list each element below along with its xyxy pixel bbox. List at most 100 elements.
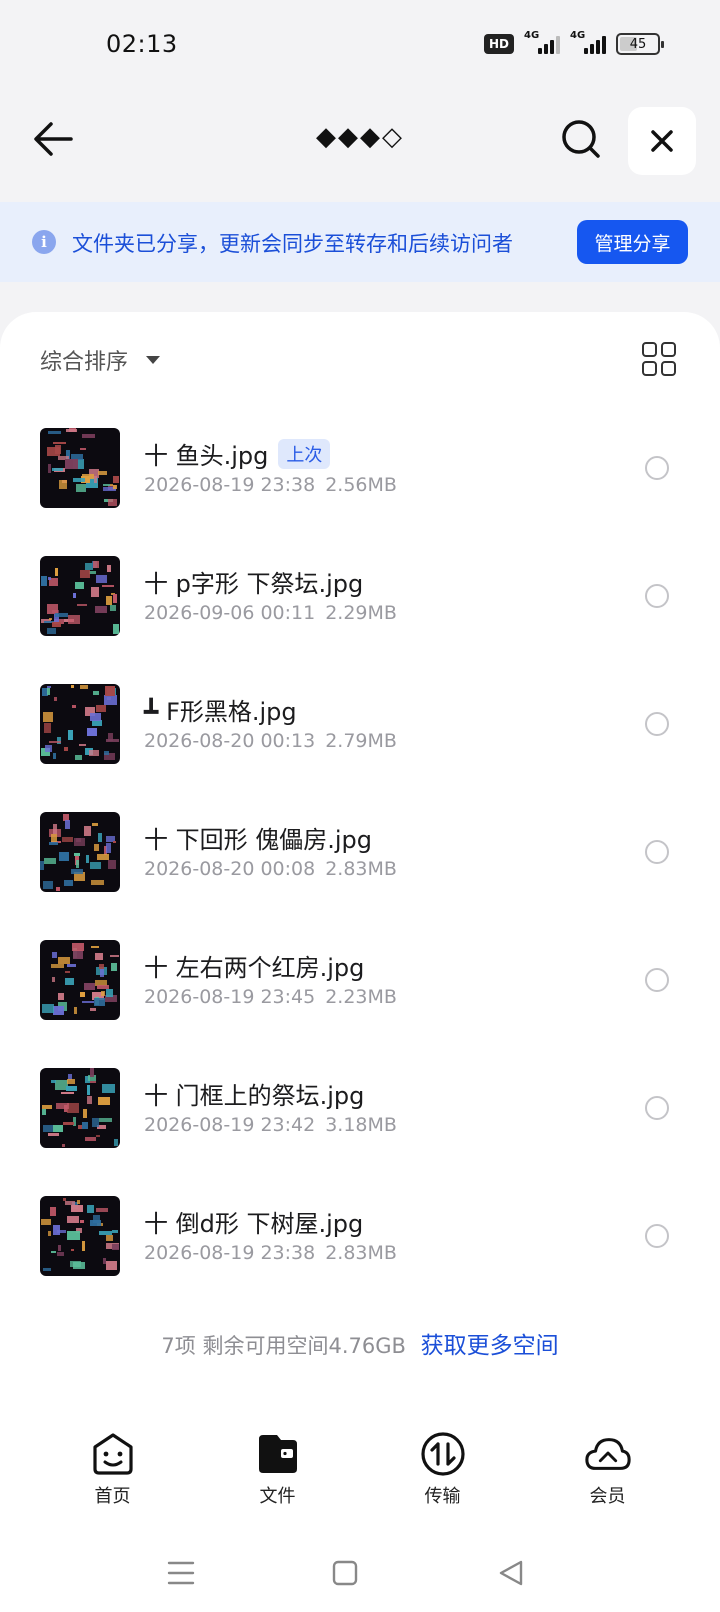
sort-dropdown[interactable]: 综合排序: [40, 344, 161, 376]
file-name: 十 p字形 下祭坛.jpg: [144, 564, 363, 599]
file-name-text: 十 左右两个红房.jpg: [144, 954, 365, 982]
back-system-button[interactable]: [496, 1558, 526, 1588]
file-thumbnail: [40, 428, 120, 508]
tab-files[interactable]: 文件: [195, 1430, 360, 1510]
cloud-icon: [584, 1430, 632, 1478]
select-radio[interactable]: [645, 456, 669, 480]
file-date: 2026-08-19 23:38: [144, 1242, 316, 1264]
share-banner-text: 文件夹已分享，更新会同步至转存和后续访问者: [72, 232, 513, 256]
share-banner: i 文件夹已分享，更新会同步至转存和后续访问者 管理分享: [0, 202, 720, 282]
tab-label: 会员: [589, 1486, 626, 1507]
file-thumbnail: [40, 556, 120, 636]
item-count: 7项: [161, 1334, 196, 1358]
file-size: 2.79MB: [325, 730, 397, 752]
file-size: 2.23MB: [325, 986, 397, 1008]
file-name-text: 十 p字形 下祭坛.jpg: [144, 570, 364, 598]
file-thumbnail: [40, 812, 120, 892]
file-size: 2.83MB: [325, 858, 397, 880]
select-radio[interactable]: [645, 968, 669, 992]
last-opened-tag: 上次: [278, 438, 331, 469]
battery-icon: 45: [616, 33, 664, 55]
file-size: 3.18MB: [325, 1114, 397, 1136]
file-name: ┻ F形黑格.jpg: [144, 692, 297, 727]
tab-label: 文件: [259, 1486, 296, 1507]
transfer-icon: [419, 1430, 467, 1478]
thumbnail-image: [40, 814, 116, 891]
file-meta: 2026-08-19 23:42 3.18MB: [144, 1114, 397, 1136]
tab-vip[interactable]: 会员: [525, 1430, 690, 1510]
system-navigation-bar: [0, 1552, 720, 1592]
triangle-back-icon: [499, 1560, 523, 1586]
square-icon: [332, 1560, 358, 1586]
menu-icon: [167, 1561, 195, 1585]
file-thumbnail: [40, 1068, 120, 1148]
close-button[interactable]: [628, 107, 696, 175]
free-space-text: 剩余可用空间4.76GB: [202, 1334, 406, 1358]
file-name-text: 十 鱼头.jpg: [144, 442, 269, 470]
thumbnail-image: [41, 1198, 119, 1271]
bottom-tab-bar: 首页 文件 传输 会员: [0, 1430, 720, 1510]
info-icon: i: [32, 230, 56, 254]
grid-view-icon: [642, 342, 657, 357]
file-row[interactable]: 十 门框上的祭坛.jpg 2026-08-19 23:42 3.18MB: [0, 1048, 720, 1176]
file-name-text: 十 倒d形 下树屋.jpg: [144, 1210, 364, 1238]
home-face-icon: [89, 1430, 137, 1478]
page-title: ◆◆◆◇: [316, 122, 404, 152]
file-meta: 2026-08-20 00:13 2.79MB: [144, 730, 397, 752]
file-name-text: ┻ F形黑格.jpg: [144, 698, 297, 726]
file-meta: 2026-08-19 23:38 2.56MB: [144, 474, 397, 496]
tab-label: 传输: [424, 1486, 461, 1507]
file-meta: 2026-08-19 23:45 2.23MB: [144, 986, 397, 1008]
file-row[interactable]: 十 左右两个红房.jpg 2026-08-19 23:45 2.23MB: [0, 920, 720, 1048]
grid-view-button[interactable]: [642, 342, 678, 378]
signal-2-icon: 4G: [570, 30, 606, 54]
select-radio[interactable]: [645, 1224, 669, 1248]
thumbnail-image: [41, 685, 119, 760]
status-icons: HD 4G 4G 45: [484, 30, 664, 57]
file-size: 2.56MB: [325, 474, 397, 496]
file-name-text: 十 门框上的祭坛.jpg: [144, 1082, 365, 1110]
hd-badge: HD: [484, 34, 514, 54]
file-name: 十 鱼头.jpg 上次: [144, 436, 331, 471]
file-meta: 2026-08-19 23:38 2.83MB: [144, 1242, 397, 1264]
file-meta: 2026-08-20 00:08 2.83MB: [144, 858, 397, 880]
file-thumbnail: [40, 684, 120, 764]
file-row[interactable]: 十 下回形 傀儡房.jpg 2026-08-20 00:08 2.83MB: [0, 792, 720, 920]
search-button[interactable]: [556, 114, 606, 164]
home-button[interactable]: [330, 1558, 360, 1588]
status-bar: 02:13 HD 4G 4G 45: [0, 0, 720, 92]
tab-home[interactable]: 首页: [30, 1430, 195, 1510]
select-radio[interactable]: [645, 584, 669, 608]
file-size: 2.29MB: [325, 602, 397, 624]
caret-down-icon: [146, 356, 161, 364]
file-date: 2026-08-19 23:38: [144, 474, 316, 496]
thumbnail-image: [42, 1068, 118, 1147]
storage-summary: 7项 剩余可用空间4.76GB 获取更多空间: [0, 1326, 720, 1360]
select-radio[interactable]: [645, 840, 669, 864]
file-row[interactable]: ┻ F形黑格.jpg 2026-08-20 00:13 2.79MB: [0, 664, 720, 792]
file-name: 十 左右两个红房.jpg: [144, 948, 364, 983]
file-date: 2026-09-06 00:11: [144, 602, 316, 624]
select-radio[interactable]: [645, 712, 669, 736]
file-name: 十 门框上的祭坛.jpg: [144, 1076, 364, 1111]
menu-button[interactable]: [166, 1558, 196, 1588]
signal-1-icon: 4G: [524, 30, 560, 54]
file-row[interactable]: 十 p字形 下祭坛.jpg 2026-09-06 00:11 2.29MB: [0, 536, 720, 664]
tab-transfer[interactable]: 传输: [360, 1430, 525, 1510]
file-row[interactable]: 十 鱼头.jpg 上次 2026-08-19 23:38 2.56MB: [0, 408, 720, 536]
thumbnail-image: [42, 943, 119, 1015]
get-more-space-link[interactable]: 获取更多空间: [421, 1333, 559, 1359]
thumbnail-image: [41, 561, 119, 634]
search-icon: [562, 120, 600, 158]
file-date: 2026-08-20 00:13: [144, 730, 316, 752]
screen: 02:13 HD 4G 4G 45 ◆◆◆◇ i 文件夹已分享，更新会同步至转存…: [0, 0, 720, 1612]
folder-icon: [254, 1430, 302, 1478]
manage-share-button[interactable]: 管理分享: [577, 220, 688, 264]
thumbnail-image: [47, 428, 119, 506]
file-row[interactable]: 十 倒d形 下树屋.jpg 2026-08-19 23:38 2.83MB: [0, 1176, 720, 1304]
select-radio[interactable]: [645, 1096, 669, 1120]
network-type-label: 4G: [570, 30, 586, 41]
status-time: 02:13: [106, 30, 178, 58]
sort-label: 综合排序: [40, 350, 129, 375]
file-list-card: 综合排序 十 鱼头.jpg 上次 2026-08-19 23:38 2.56MB: [0, 312, 720, 1612]
